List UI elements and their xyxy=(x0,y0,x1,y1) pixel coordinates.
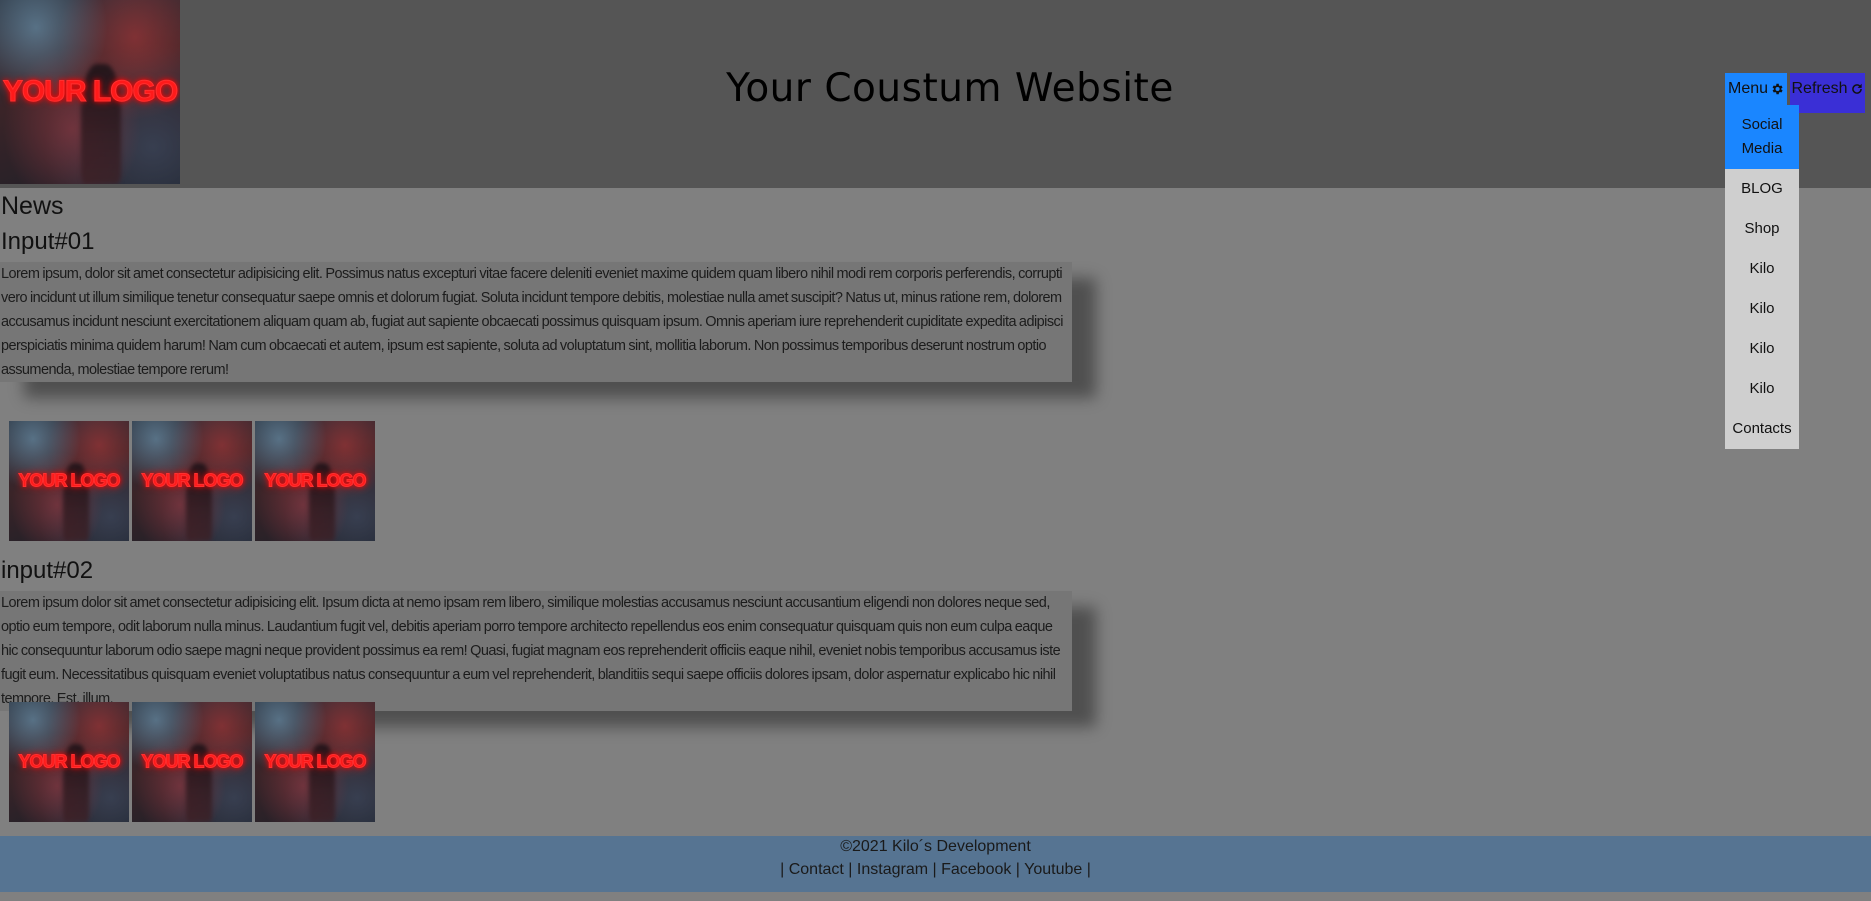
menu-item-blog[interactable]: BLOG xyxy=(1725,169,1799,209)
logo-image: YOUR LOGO xyxy=(255,421,375,541)
menu-item-kilo[interactable]: Kilo xyxy=(1725,289,1799,329)
page-bottom xyxy=(0,892,1871,901)
menu-button[interactable]: Menu xyxy=(1725,73,1787,105)
logo-image: YOUR LOGO xyxy=(255,702,375,822)
gallery-image[interactable]: YOUR LOGO xyxy=(132,702,252,822)
logo-text: YOUR LOGO xyxy=(264,751,367,772)
logo-image: YOUR LOGO xyxy=(132,421,252,541)
link-separator: | xyxy=(1082,861,1091,878)
link-separator: | xyxy=(843,861,857,878)
logo-text: YOUR LOGO xyxy=(18,470,121,491)
article-title: Input#01 xyxy=(1,228,95,255)
link-separator: | xyxy=(928,861,942,878)
gallery-image[interactable]: YOUR LOGO xyxy=(255,421,375,541)
dropdown-menu: Social Media BLOG Shop Kilo Kilo Kilo Ki… xyxy=(1725,105,1799,449)
refresh-icon xyxy=(1851,83,1862,94)
menu-item-contacts[interactable]: Contacts xyxy=(1725,409,1799,449)
refresh-button-label: Refresh xyxy=(1791,80,1848,97)
gallery-image[interactable]: YOUR LOGO xyxy=(9,702,129,822)
gear-icon xyxy=(1772,83,1783,95)
footer-link-youtube[interactable]: Youtube xyxy=(1024,861,1082,878)
image-gallery: YOUR LOGO YOUR LOGO YOUR LOGO xyxy=(9,702,375,822)
menu-item-shop[interactable]: Shop xyxy=(1725,209,1799,249)
footer-link-contact[interactable]: Contact xyxy=(789,861,844,878)
logo-text: YOUR LOGO xyxy=(141,751,244,772)
logo-text: YOUR LOGO xyxy=(18,751,121,772)
news-heading: News xyxy=(1,192,64,220)
gallery-image[interactable]: YOUR LOGO xyxy=(9,421,129,541)
logo-text: YOUR LOGO xyxy=(141,470,244,491)
footer-link-facebook[interactable]: Facebook xyxy=(941,861,1011,878)
footer-links: | Contact | Instagram | Facebook | Youtu… xyxy=(0,861,1871,879)
menu-item-social-media[interactable]: Social Media xyxy=(1725,105,1799,169)
logo-image: YOUR LOGO xyxy=(132,702,252,822)
gallery-image[interactable]: YOUR LOGO xyxy=(132,421,252,541)
article-title: input#02 xyxy=(1,557,94,584)
logo-text: YOUR LOGO xyxy=(264,470,367,491)
link-separator: | xyxy=(780,861,789,878)
logo-image: YOUR LOGO xyxy=(9,702,129,822)
footer-link-instagram[interactable]: Instagram xyxy=(857,861,928,878)
logo-image: YOUR LOGO xyxy=(9,421,129,541)
image-gallery: YOUR LOGO YOUR LOGO YOUR LOGO xyxy=(9,421,375,541)
menu-button-label: Menu xyxy=(1727,80,1769,97)
article-text: Lorem ipsum, dolor sit amet consectetur … xyxy=(0,262,1072,382)
page-title: Your Coustum Website xyxy=(726,66,1174,111)
refresh-button[interactable]: Refresh xyxy=(1790,73,1865,113)
menu-item-kilo[interactable]: Kilo xyxy=(1725,329,1799,369)
menu-item-kilo[interactable]: Kilo xyxy=(1725,249,1799,289)
site-footer: ©2021 Kilo´s Development | Contact | Ins… xyxy=(0,836,1871,892)
article-text: Lorem ipsum dolor sit amet consectetur a… xyxy=(0,591,1072,711)
menu-item-kilo[interactable]: Kilo xyxy=(1725,369,1799,409)
link-separator: | xyxy=(1011,861,1025,878)
site-header: YOUR LOGO Your Coustum Website xyxy=(0,0,1871,188)
gallery-image[interactable]: YOUR LOGO xyxy=(255,702,375,822)
copyright-text: ©2021 Kilo´s Development xyxy=(840,838,1031,855)
